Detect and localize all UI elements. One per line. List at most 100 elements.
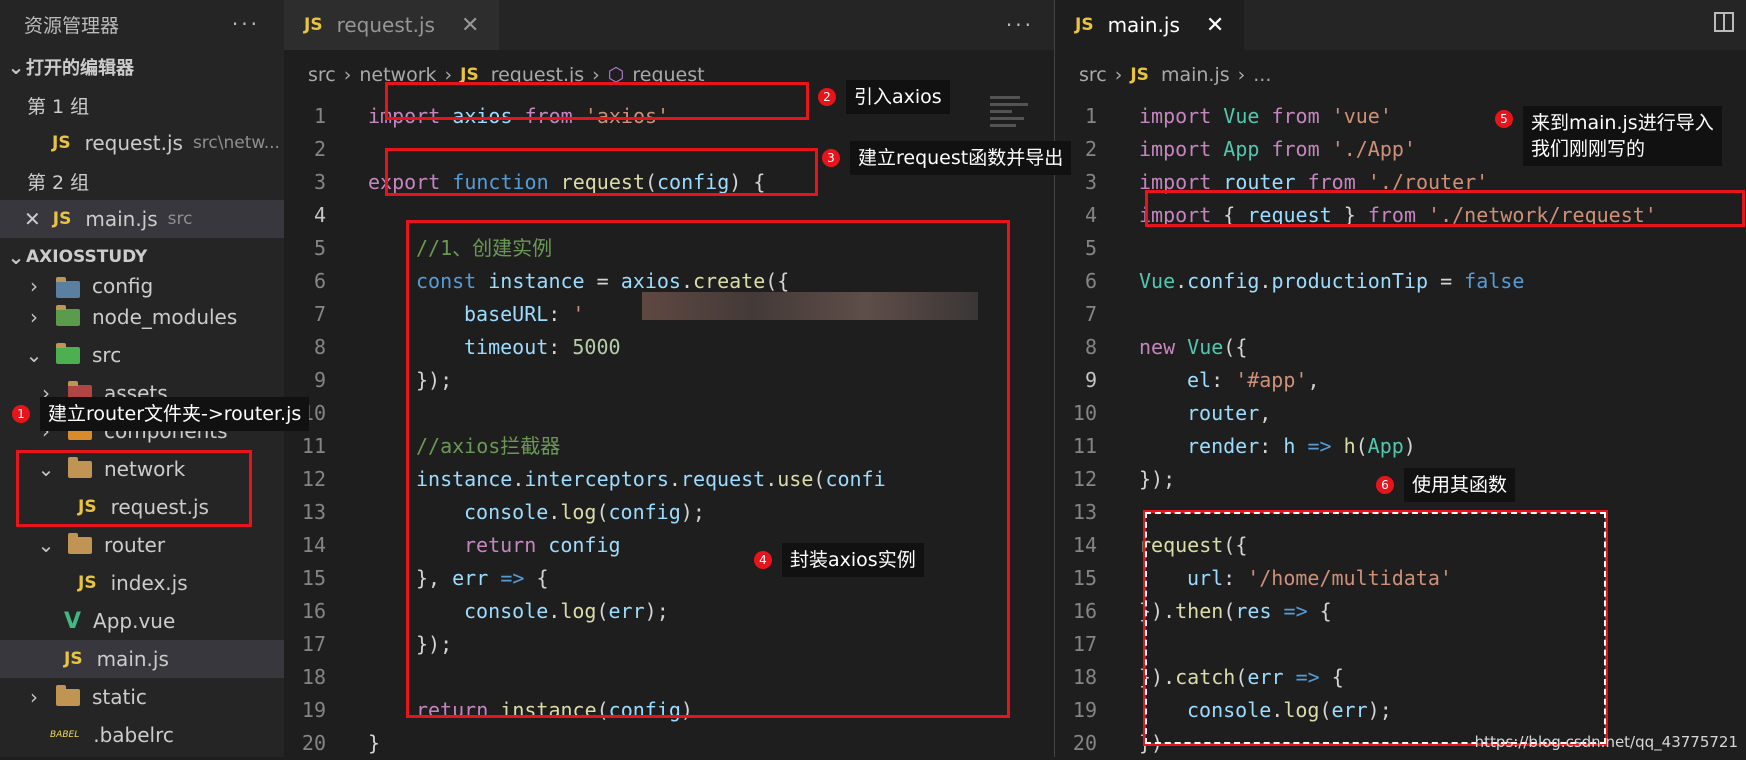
code-text: import App from './App'	[1139, 137, 1416, 161]
breadcrumb-item[interactable]: ...	[1253, 64, 1271, 86]
annotation-badge: 3	[822, 149, 840, 167]
annotation-badge: 4	[754, 551, 772, 569]
code-line: 5	[1055, 232, 1746, 265]
annotation-badge: 6	[1376, 476, 1394, 494]
line-number: 1	[1084, 104, 1097, 128]
more-actions-icon[interactable]: ···	[232, 12, 260, 36]
tree-item[interactable]: › static	[0, 678, 284, 716]
line-number: 3	[313, 170, 326, 194]
annotation-text: 建立router文件夹->router.js	[40, 397, 310, 431]
line-number: 12	[1072, 467, 1097, 491]
line-number: 6	[1084, 269, 1097, 293]
annotation-5: 5 来到main.js进行导入 我们刚刚写的	[1495, 106, 1722, 166]
open-editor-main-js[interactable]: ✕ JS main.js src	[0, 200, 284, 238]
tree-item-label: App.vue	[93, 609, 176, 633]
tree-item-label: router	[104, 533, 166, 557]
tree-item-label: static	[92, 685, 147, 709]
line-number: 7	[313, 302, 326, 326]
tree-item[interactable]: JS main.js	[0, 640, 284, 678]
folder-icon	[68, 532, 92, 554]
annotation-text: 使用其函数	[1404, 468, 1516, 502]
close-icon[interactable]: ✕	[24, 207, 41, 231]
code-line: 10 router,	[1055, 397, 1746, 430]
split-editor-icon[interactable]	[1714, 12, 1734, 32]
code-line: 6 Vue.config.productionTip = false	[1055, 265, 1746, 298]
code-text: }	[368, 731, 381, 755]
js-file-icon: JS	[1075, 15, 1094, 35]
chevron-right-icon: ›	[30, 276, 38, 298]
group1-label: 第 1 组	[27, 95, 90, 118]
line-number: 11	[301, 434, 326, 458]
line-number: 1	[313, 104, 326, 128]
line-number: 7	[1084, 302, 1097, 326]
code-line: 9 el: '#app',	[1055, 364, 1746, 397]
config-folder-icon	[56, 277, 80, 298]
vue-file-icon: V	[64, 608, 82, 634]
line-number: 9	[313, 368, 326, 392]
breadcrumb: src › JS main.js ›...	[1055, 50, 1746, 100]
annotation-badge: 5	[1495, 110, 1513, 128]
breadcrumb-item[interactable]: main.js	[1161, 64, 1230, 86]
js-file-icon: JS	[78, 573, 97, 593]
tree-item[interactable]: BABEL .babelrc	[0, 716, 284, 754]
breadcrumb-item[interactable]: src	[1079, 64, 1107, 86]
js-file-icon: JS	[52, 209, 72, 229]
annotation-text: 封装axios实例	[782, 543, 924, 577]
annotation-text: 引入axios	[846, 80, 950, 114]
line-number: 19	[301, 698, 326, 722]
close-tab-icon[interactable]: ✕	[1206, 13, 1224, 38]
chevron-down-icon: ⌄	[37, 533, 55, 557]
js-file-icon: JS	[52, 133, 71, 153]
editor-group-1: 第 1 组	[0, 86, 284, 124]
tab-main-js[interactable]: JS main.js ✕	[1055, 0, 1245, 50]
line-number: 12	[301, 467, 326, 491]
line-number: 16	[1072, 599, 1097, 623]
highlight-network-folder	[16, 450, 252, 527]
tab-request-js[interactable]: JS request.js ✕	[284, 0, 500, 50]
open-editors-section[interactable]: ⌄ 打开的编辑器	[0, 48, 284, 86]
tree-item[interactable]: › config	[0, 276, 284, 298]
open-editor-request-js[interactable]: JS request.js src\netw...	[0, 124, 284, 162]
line-number: 17	[301, 632, 326, 656]
more-actions-icon[interactable]: ···	[1006, 13, 1034, 37]
open-editors-label: 打开的编辑器	[26, 58, 134, 79]
annotation-4: 4 封装axios实例	[754, 543, 924, 577]
chevron-down-icon: ⌄	[7, 55, 25, 79]
explorer-header: 资源管理器 ···	[0, 0, 284, 48]
explorer-sidebar: 资源管理器 ··· ⌄ 打开的编辑器 第 1 组 JS request.js s…	[0, 0, 284, 757]
chevron-right-icon: ›	[1114, 64, 1123, 86]
breadcrumb-item[interactable]: src	[308, 64, 336, 86]
right-tab-bar: JS main.js ✕	[1055, 0, 1746, 50]
code-line: 20}	[284, 727, 1054, 760]
project-section[interactable]: ⌄ AXIOSSTUDY	[0, 238, 284, 276]
line-number: 17	[1072, 632, 1097, 656]
chevron-right-icon: ›	[343, 64, 352, 86]
project-name: AXIOSSTUDY	[26, 247, 148, 267]
chevron-down-icon: ⌄	[25, 343, 43, 367]
tree-item[interactable]: V App.vue	[0, 602, 284, 640]
annotation-6: 6 使用其函数	[1376, 468, 1516, 502]
close-tab-icon[interactable]: ✕	[461, 13, 479, 38]
line-number: 13	[1072, 500, 1097, 524]
chevron-right-icon: ›	[1237, 64, 1246, 86]
src-folder-icon	[56, 342, 80, 364]
line-number: 8	[313, 335, 326, 359]
tree-item[interactable]: ⌄ router	[0, 526, 284, 564]
tree-item[interactable]: › node_modules	[0, 298, 284, 336]
code-text: render: h => h(App)	[1187, 434, 1416, 458]
js-file-icon: JS	[64, 649, 83, 669]
tree-item-label: main.js	[96, 647, 169, 671]
highlight-main-import	[1145, 190, 1745, 227]
line-number: 4	[1084, 203, 1097, 227]
line-number: 8	[1084, 335, 1097, 359]
chevron-right-icon: ›	[30, 685, 38, 709]
line-number: 13	[301, 500, 326, 524]
line-number: 9	[1084, 368, 1097, 392]
tree-item[interactable]: ⌄ src	[0, 336, 284, 374]
folder-icon	[56, 684, 80, 706]
line-number: 16	[301, 599, 326, 623]
js-file-icon: JS	[304, 15, 323, 35]
tree-item[interactable]: JS index.js	[0, 564, 284, 602]
line-number: 10	[1072, 401, 1097, 425]
line-number: 5	[313, 236, 326, 260]
